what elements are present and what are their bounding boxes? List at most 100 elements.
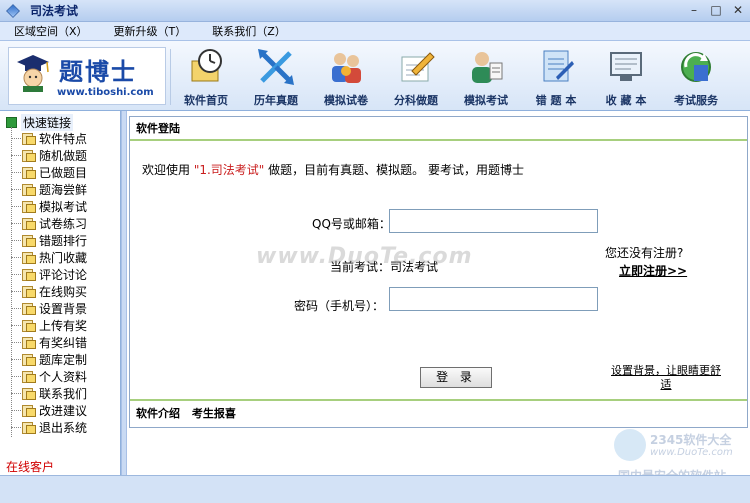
page-icon [21, 337, 36, 349]
bird-icon [614, 429, 646, 461]
brand-url: www.tiboshi.com [57, 87, 154, 98]
page-icon [21, 150, 36, 162]
page-icon [21, 371, 36, 383]
toolbar-label: 分科做题 [394, 94, 438, 107]
page-icon [21, 303, 36, 315]
good-news-link[interactable]: 考生报喜 [192, 407, 236, 420]
panel-title: 软件登陆 [130, 117, 747, 141]
sidebar-item-features[interactable]: 软件特点 [11, 130, 87, 147]
software-intro-link[interactable]: 软件介绍 [136, 407, 180, 420]
page-icon [21, 167, 36, 179]
monitor-icon [610, 52, 642, 81]
background-settings-link[interactable]: 设置背景，让眼睛更舒适 [607, 364, 725, 392]
menu-bar: 区域空间（X） 更新升级（T） 联系我们（Z） [0, 22, 750, 41]
login-button[interactable]: 登 录 [420, 367, 492, 388]
page-icon [21, 269, 36, 281]
toolbar-label: 历年真题 [254, 94, 298, 107]
toolbar-mock-paper-button[interactable]: 模拟试卷 [311, 41, 381, 111]
watermark-title: 2345软件大全 [650, 433, 732, 447]
toolbar-home-button[interactable]: 软件首页 [171, 41, 241, 111]
sidebar-item-buy-online[interactable]: 在线购买 [11, 283, 87, 300]
pencil-paper-icon [401, 52, 435, 82]
page-icon [21, 252, 36, 264]
sidebar-item-custom-bank[interactable]: 题库定制 [11, 351, 87, 368]
sidebar-item-background[interactable]: 设置背景 [11, 300, 87, 317]
page-icon [21, 422, 36, 434]
sidebar-item-hot-favorites[interactable]: 热门收藏 [11, 249, 87, 266]
refresh-globe-icon [681, 52, 711, 82]
home-clock-icon [191, 49, 222, 82]
page-icon [21, 320, 36, 332]
main-content: 软件登陆 欢迎使用 "1.司法考试" 做题，目前有真题、模拟题。 要考试，用题博… [127, 111, 750, 475]
sidebar-item-profile[interactable]: 个人资料 [11, 368, 87, 385]
page-icon [21, 201, 36, 213]
doctor-cap-icon [17, 55, 49, 92]
welcome-text: 欢迎使用 "1.司法考试" 做题，目前有真题、模拟题。 要考试，用题博士 [142, 163, 524, 177]
toolbar-exam-service-button[interactable]: 考试服务 [661, 41, 731, 111]
toolbar-wrong-book-button[interactable]: 错 题 本 [521, 41, 591, 111]
sidebar-item-suggestions[interactable]: 改进建议 [11, 402, 87, 419]
sidebar-item-tryout[interactable]: 题海尝鲜 [11, 181, 87, 198]
notebook-icon [543, 50, 574, 82]
examinee-icon [472, 52, 503, 83]
menu-region-space[interactable]: 区域空间（X） [14, 23, 88, 39]
quick-links-panel: 快速链接 软件特点 随机做题 已做题目 题海尝鲜 模拟考试 试卷练习 错题排行 … [0, 111, 121, 475]
toolbar-favorites-button[interactable]: 收 藏 本 [591, 41, 661, 111]
logo: 题博士 www.tiboshi.com [8, 47, 166, 105]
sidebar-item-contact[interactable]: 联系我们 [11, 385, 87, 402]
page-icon [21, 286, 36, 298]
page-icon [21, 235, 36, 247]
page-icon [21, 354, 36, 366]
sidebar-item-discussion[interactable]: 评论讨论 [11, 266, 87, 283]
tree-root-label: 快速链接 [21, 114, 74, 131]
register-link[interactable]: 立即注册>> [619, 262, 687, 279]
sidebar-item-error-report[interactable]: 有奖纠错 [11, 334, 87, 351]
panel-footer: 软件介绍 考生报喜 [130, 399, 747, 427]
toolbar-label: 考试服务 [674, 94, 718, 107]
login-panel: 软件登陆 欢迎使用 "1.司法考试" 做题，目前有真题、模拟题。 要考试，用题博… [129, 116, 748, 428]
sidebar-item-upload[interactable]: 上传有奖 [11, 317, 87, 334]
toolbar-mock-exam-button[interactable]: 模拟考试 [451, 41, 521, 111]
close-icon[interactable]: ✕ [730, 2, 746, 18]
title-bar: 司法考试 – □ ✕ [0, 0, 750, 22]
toolbar-label: 收 藏 本 [605, 94, 647, 107]
watermark-text: www.DuoTe.com [256, 244, 473, 269]
tree-root[interactable]: 快速链接 [6, 114, 74, 131]
password-input[interactable] [389, 287, 598, 311]
sidebar-item-mock-exam[interactable]: 模拟考试 [11, 198, 87, 215]
minimize-icon[interactable]: – [686, 2, 702, 18]
page-icon [21, 218, 36, 230]
brand-name: 题博士 [59, 57, 137, 86]
page-icon [21, 405, 36, 417]
toolbar: 题博士 www.tiboshi.com 软件首页 历年真题 模拟试卷 分科做题 … [0, 41, 750, 111]
status-bar [0, 475, 750, 503]
user-label: QQ号或邮箱： [312, 217, 391, 231]
arrows-icon [258, 49, 294, 85]
sidebar-item-wrong-ranking[interactable]: 错题排行 [11, 232, 87, 249]
sidebar-item-done[interactable]: 已做题目 [11, 164, 87, 181]
user-input[interactable] [389, 209, 598, 233]
page-icon [21, 388, 36, 400]
toolbar-label: 软件首页 [184, 94, 228, 107]
maximize-icon[interactable]: □ [708, 2, 724, 18]
window-controls: – □ ✕ [686, 2, 746, 18]
app-icon [6, 3, 20, 18]
window-title: 司法考试 [30, 4, 79, 18]
toolbar-label: 模拟试卷 [324, 94, 368, 107]
sidebar-item-paper-practice[interactable]: 试卷练习 [11, 215, 87, 232]
page-icon [21, 133, 36, 145]
menu-contact[interactable]: 联系我们（Z） [212, 23, 286, 39]
sidebar-item-exit[interactable]: 退出系统 [11, 419, 87, 436]
toolbar-past-exams-button[interactable]: 历年真题 [241, 41, 311, 111]
people-icon [332, 53, 361, 83]
toolbar-label: 错 题 本 [535, 94, 577, 107]
sidebar-item-random[interactable]: 随机做题 [11, 147, 87, 164]
online-support-link[interactable]: 在线客户 [6, 458, 54, 475]
password-label: 密码（手机号）： [294, 299, 385, 313]
page-icon [21, 184, 36, 196]
toolbar-subject-button[interactable]: 分科做题 [381, 41, 451, 111]
watermark-url: www.DuoTe.com [650, 447, 733, 458]
menu-update[interactable]: 更新升级（T） [114, 23, 187, 39]
exam-name-highlight: "1.司法考试" [193, 163, 265, 177]
register-question: 您还没有注册? [605, 246, 684, 260]
